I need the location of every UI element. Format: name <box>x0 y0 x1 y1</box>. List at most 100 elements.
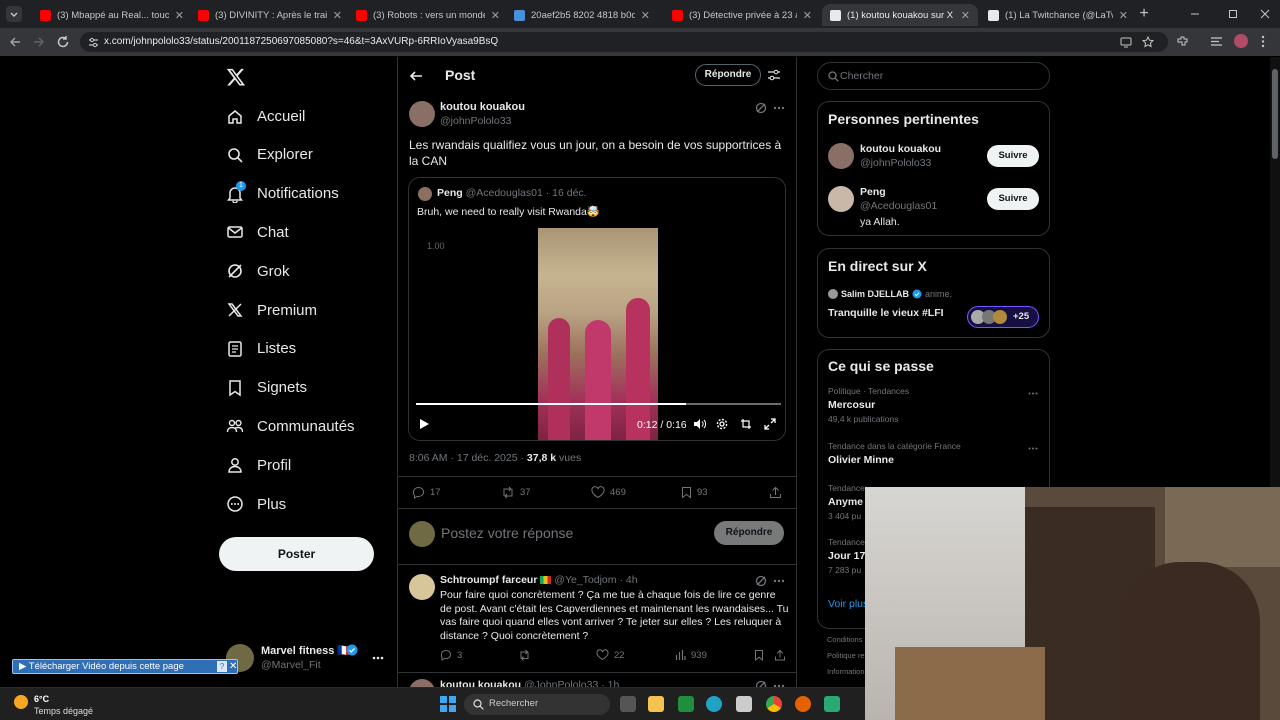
scrollbar-thumb[interactable] <box>1272 69 1278 159</box>
close-tab-icon[interactable]: ✕ <box>961 9 970 22</box>
post-timestamp[interactable]: 8:06 AM · 17 déc. 2025 · <box>409 452 527 464</box>
start-button[interactable] <box>440 696 456 712</box>
close-icon[interactable]: ✕ <box>229 660 237 673</box>
quoted-post[interactable]: Peng @Acedouglas01 · 16 déc. Bruh, we ne… <box>408 177 786 441</box>
follow-button[interactable]: Suivre <box>987 145 1039 167</box>
star-icon[interactable] <box>1142 36 1154 48</box>
person-name[interactable]: koutou kouakou <box>860 143 941 155</box>
browser-tab[interactable]: (3) Détective privée à 23 ans : S ✕ <box>664 4 820 26</box>
volume-icon[interactable] <box>693 418 706 430</box>
reply-item[interactable]: koutou kouakou @JohnPololo33 · 1h <box>398 673 796 687</box>
live-space-title[interactable]: Tranquille le vieux #LFI <box>828 307 944 319</box>
x-logo-icon[interactable] <box>226 67 246 87</box>
sidebar-item-chat[interactable]: Chat <box>226 219 289 245</box>
store-icon[interactable] <box>736 696 752 712</box>
account-switcher[interactable]: Marvel fitness 🇫🇷 @Marvel_Fit <box>222 640 390 676</box>
trend-item[interactable]: Tendance dans la catégorie France Olivier… <box>828 441 1040 481</box>
fullscreen-icon[interactable] <box>764 418 776 430</box>
back-arrow-icon[interactable] <box>8 35 22 49</box>
live-listeners[interactable]: +25 <box>967 306 1039 328</box>
footer-link[interactable]: Information <box>827 667 865 676</box>
forward-arrow-icon[interactable] <box>32 35 46 49</box>
minimize-button[interactable] <box>1188 8 1202 20</box>
grok-icon[interactable] <box>755 680 767 687</box>
video-progress-track[interactable] <box>416 403 781 405</box>
close-tab-icon[interactable]: ✕ <box>803 9 812 22</box>
follow-button[interactable]: Suivre <box>987 188 1039 210</box>
close-tab-icon[interactable]: ✕ <box>1119 9 1128 22</box>
sidebar-item-signets[interactable]: Signets <box>226 375 307 401</box>
repost-action[interactable]: 37 <box>501 486 531 499</box>
person-name[interactable]: Peng <box>860 186 886 198</box>
reading-list-icon[interactable] <box>1210 35 1223 48</box>
author-name[interactable]: koutou kouakou <box>440 101 525 113</box>
more-icon[interactable] <box>1028 392 1038 395</box>
close-tab-icon[interactable]: ✕ <box>491 9 500 22</box>
bookmark-action[interactable]: 93 <box>681 486 708 499</box>
sidebar-item-explorer[interactable]: Explorer <box>226 142 313 168</box>
extensions-icon[interactable] <box>1176 35 1189 48</box>
grok-icon[interactable] <box>755 575 767 587</box>
reply-submit-button[interactable]: Répondre <box>714 521 784 545</box>
more-icon[interactable] <box>372 656 384 660</box>
browser-tab[interactable]: (3) Mbappé au Real... touché pa ✕ <box>32 4 192 26</box>
sidebar-item-listes[interactable]: Listes <box>226 336 296 362</box>
sidebar-item-notifications[interactable]: Notifications 1 <box>226 180 339 207</box>
bookmark-icon[interactable] <box>754 649 764 661</box>
close-tab-icon[interactable]: ✕ <box>333 9 342 22</box>
browser-menu-icon[interactable] <box>1260 35 1266 48</box>
share-icon[interactable] <box>769 486 782 499</box>
address-bar[interactable]: x.com/johnpololo33/status/20011872506970… <box>80 32 1168 52</box>
search-box[interactable]: Chercher <box>817 62 1050 90</box>
header-reply-button[interactable]: Répondre <box>695 64 761 86</box>
tab-list-button[interactable] <box>6 6 22 22</box>
post-button[interactable]: Poster <box>219 537 374 571</box>
avatar[interactable] <box>828 186 854 212</box>
restore-button[interactable] <box>1226 8 1240 20</box>
person-handle[interactable]: @johnPololo33 <box>860 157 931 169</box>
taskbar-search[interactable]: Rechercher <box>464 694 610 715</box>
reply-action[interactable]: 17 <box>412 486 441 499</box>
like-action[interactable]: 469 <box>591 486 626 499</box>
app-icon[interactable] <box>824 696 840 712</box>
reply-author-name[interactable]: koutou kouakou <box>440 679 521 687</box>
browser-tab[interactable]: (1) La Twitchance (@LaTwitchan ✕ <box>980 4 1136 26</box>
reply-author-name[interactable]: Schtroumpf farceur <box>440 574 537 586</box>
chrome-icon[interactable] <box>766 696 782 712</box>
weather-widget[interactable]: 6°C Temps dégagé <box>14 692 114 718</box>
browser-tab[interactable]: 20aef2b5 8202 4818 b0dc 43f0 ✕ <box>506 4 658 26</box>
footer-link[interactable]: Conditions <box>827 635 862 644</box>
more-icon[interactable] <box>773 579 785 583</box>
reply-like-action[interactable]: 22 <box>596 649 625 661</box>
avatar[interactable] <box>409 101 435 127</box>
sidebar-item-profil[interactable]: Profil <box>226 452 291 478</box>
share-icon[interactable] <box>774 649 786 661</box>
sidebar-item-communautes[interactable]: Communautés <box>226 413 355 439</box>
avatar[interactable] <box>828 143 854 169</box>
browser-tab[interactable]: (1) koutou kouakou sur X : "Les ✕ <box>822 4 978 26</box>
footer-link[interactable]: Politique re <box>827 651 865 660</box>
reply-item[interactable]: Schtroumpf farceur @Ye_Todjom · 4h Pour … <box>398 565 796 672</box>
video-player[interactable]: 1.00 0:12 / 0:16 <box>409 228 785 440</box>
sidebar-item-premium[interactable]: Premium <box>226 297 317 323</box>
filter-icon[interactable] <box>767 68 781 82</box>
reply-author-handle[interactable]: @Ye_Todjom <box>554 574 616 586</box>
show-more-link[interactable]: Voir plus <box>828 598 868 610</box>
sidebar-item-grok[interactable]: Grok <box>226 258 290 284</box>
trend-item[interactable]: Politique · Tendances Mercosur 49,4 k publ… <box>828 386 1040 426</box>
author-handle[interactable]: @johnPololo33 <box>440 115 511 127</box>
reload-icon[interactable] <box>56 35 70 49</box>
help-icon[interactable]: ? <box>217 661 227 672</box>
close-window-button[interactable] <box>1258 8 1272 20</box>
install-app-icon[interactable] <box>1120 36 1132 48</box>
repost-icon[interactable] <box>518 649 531 661</box>
task-view-icon[interactable] <box>620 696 636 712</box>
close-tab-icon[interactable]: ✕ <box>175 9 184 22</box>
back-arrow-icon[interactable] <box>409 69 423 83</box>
firefox-icon[interactable] <box>795 696 811 712</box>
close-tab-icon[interactable]: ✕ <box>641 9 650 22</box>
reply-reply-action[interactable]: 3 <box>440 649 462 661</box>
play-icon[interactable] <box>418 418 430 430</box>
edge-icon[interactable] <box>706 696 722 712</box>
download-video-bar[interactable]: ▶ Télécharger Vidéo depuis cette page ? … <box>12 659 238 674</box>
